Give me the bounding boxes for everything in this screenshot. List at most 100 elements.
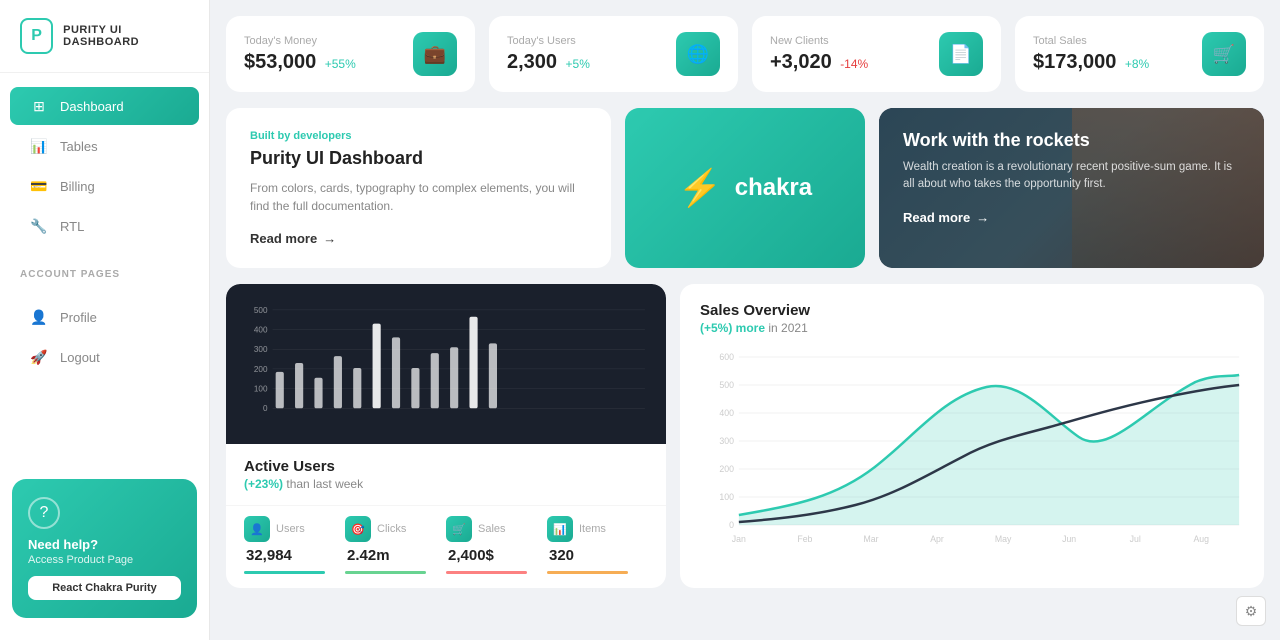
sidebar-item-rtl[interactable]: 🔧 RTL <box>10 207 199 245</box>
promo-card: Built by developers Purity UI Dashboard … <box>226 108 611 268</box>
mini-clicks-label: Clicks <box>377 523 406 535</box>
stat-label: Total Sales <box>1033 35 1149 47</box>
promo-built: Built by developers <box>250 130 587 142</box>
sales-overview-card: Sales Overview (+5%) more in 2021 6 <box>680 284 1264 588</box>
logo-icon: P <box>20 18 53 54</box>
account-section-label: ACCOUNT PAGES <box>0 259 209 284</box>
sales-subtitle: (+5%) more in 2021 <box>700 321 1244 335</box>
help-card: ? Need help? Access Product Page React C… <box>12 479 197 618</box>
dashboard-icon: ⊞ <box>30 97 48 115</box>
read-more-label: Read more <box>250 231 317 246</box>
help-title: Need help? <box>28 537 181 552</box>
svg-text:Feb: Feb <box>797 534 812 544</box>
sales-title: Sales Overview <box>700 302 1244 319</box>
chart-subtitle-rest: than last week <box>286 477 363 491</box>
help-subtitle: Access Product Page <box>28 554 181 566</box>
stat-card-money: Today's Money $53,000 +55% 💼 <box>226 16 475 92</box>
chart-subtitle-highlight: (+23%) <box>244 477 283 491</box>
main-content: Today's Money $53,000 +55% 💼 Today's Use… <box>210 0 1280 640</box>
rocket-desc: Wealth creation is a revolutionary recen… <box>903 159 1240 194</box>
sales-subtitle-highlight: (+5%) more <box>700 321 765 335</box>
bottom-section: 500 400 300 200 100 0 <box>226 284 1264 588</box>
mini-items-value: 320 <box>547 547 574 564</box>
line-chart-container: 600 500 400 300 200 100 0 Jan Feb <box>700 347 1244 547</box>
svg-text:500: 500 <box>254 306 268 315</box>
arrow-right-icon: → <box>323 231 336 246</box>
stat-icon-users: 🌐 <box>676 32 720 76</box>
svg-text:400: 400 <box>719 408 734 418</box>
promo-read-more-button[interactable]: Read more → <box>250 231 587 246</box>
billing-icon: 💳 <box>30 177 48 195</box>
mini-users-value: 32,984 <box>244 547 292 564</box>
rocket-read-more-label: Read more <box>903 210 970 225</box>
sidebar: P PURITY UI DASHBOARD ⊞ Dashboard 📊 Tabl… <box>0 0 210 640</box>
mini-sales-icon: 🛒 <box>446 516 472 542</box>
sidebar-item-billing[interactable]: 💳 Billing <box>10 167 199 205</box>
nav-section-main: ⊞ Dashboard 📊 Tables 💳 Billing 🔧 RTL <box>0 73 209 259</box>
bar-chart-svg: 500 400 300 200 100 0 <box>242 300 650 428</box>
svg-text:300: 300 <box>254 345 268 354</box>
tables-icon: 📊 <box>30 137 48 155</box>
rocket-arrow-icon: → <box>976 210 989 225</box>
sidebar-item-logout[interactable]: 🚀 Logout <box>10 338 199 376</box>
logout-icon: 🚀 <box>30 348 48 366</box>
svg-text:May: May <box>995 534 1012 544</box>
sidebar-item-label: Profile <box>60 310 97 325</box>
rocket-card: Work with the rockets Wealth creation is… <box>879 108 1264 268</box>
stat-card-sales: Total Sales $173,000 +8% 🛒 <box>1015 16 1264 92</box>
sidebar-item-dashboard[interactable]: ⊞ Dashboard <box>10 87 199 125</box>
mini-users-label: Users <box>276 523 305 535</box>
mini-stat-users: 👤 Users 32,984 <box>244 516 345 574</box>
svg-text:Jan: Jan <box>732 534 746 544</box>
logo-text: PURITY UI DASHBOARD <box>63 24 189 48</box>
mini-sales-value: 2,400$ <box>446 547 494 564</box>
bar-chart-area: 500 400 300 200 100 0 <box>226 284 666 444</box>
promo-title: Purity UI Dashboard <box>250 148 587 169</box>
chart-subtitle: (+23%) than last week <box>244 477 648 491</box>
svg-text:400: 400 <box>254 326 268 335</box>
stat-card-clients: New Clients +3,020 -14% 📄 <box>752 16 1001 92</box>
rocket-read-more-button[interactable]: Read more → <box>903 210 989 225</box>
stat-label: Today's Money <box>244 35 356 47</box>
help-button[interactable]: React Chakra Purity <box>28 576 181 600</box>
svg-text:200: 200 <box>719 464 734 474</box>
promo-desc: From colors, cards, typography to comple… <box>250 179 587 215</box>
chart-title: Active Users <box>244 458 648 475</box>
mini-stats-row: 👤 Users 32,984 🎯 Clicks 2.42m <box>226 505 666 588</box>
sidebar-logo: P PURITY UI DASHBOARD <box>0 0 209 73</box>
middle-section: Built by developers Purity UI Dashboard … <box>226 108 1264 268</box>
stat-icon-sales: 🛒 <box>1202 32 1246 76</box>
stat-change: +5% <box>566 57 590 71</box>
help-icon: ? <box>28 497 60 529</box>
stat-value: 2,300 <box>507 51 557 73</box>
stat-icon-money: 💼 <box>413 32 457 76</box>
svg-text:500: 500 <box>719 380 734 390</box>
sidebar-item-label: RTL <box>60 219 84 234</box>
rtl-icon: 🔧 <box>30 217 48 235</box>
svg-text:Aug: Aug <box>1193 534 1209 544</box>
chart-info: Active Users (+23%) than last week <box>226 444 666 505</box>
sidebar-item-label: Logout <box>60 350 100 365</box>
profile-icon: 👤 <box>30 308 48 326</box>
nav-section-account: 👤 Profile 🚀 Logout <box>0 284 209 390</box>
mini-stat-items: 📊 Items 320 <box>547 516 648 574</box>
sales-subtitle-rest2: in 2021 <box>768 321 807 335</box>
stat-change: +55% <box>325 57 356 71</box>
mini-users-icon: 👤 <box>244 516 270 542</box>
svg-text:200: 200 <box>254 365 268 374</box>
svg-text:600: 600 <box>719 352 734 362</box>
stat-card-users: Today's Users 2,300 +5% 🌐 <box>489 16 738 92</box>
stat-value: $173,000 <box>1033 51 1116 73</box>
svg-text:100: 100 <box>254 385 268 394</box>
line-chart-svg: 600 500 400 300 200 100 0 Jan Feb <box>700 347 1244 547</box>
stat-icon-clients: 📄 <box>939 32 983 76</box>
sidebar-item-profile[interactable]: 👤 Profile <box>10 298 199 336</box>
stat-label: New Clients <box>770 35 868 47</box>
sidebar-item-label: Tables <box>60 139 98 154</box>
svg-text:Jul: Jul <box>1130 534 1141 544</box>
chakra-card: ⚡ chakra <box>625 108 865 268</box>
svg-text:100: 100 <box>719 492 734 502</box>
stat-label: Today's Users <box>507 35 590 47</box>
stat-value: $53,000 <box>244 51 316 73</box>
sidebar-item-tables[interactable]: 📊 Tables <box>10 127 199 165</box>
